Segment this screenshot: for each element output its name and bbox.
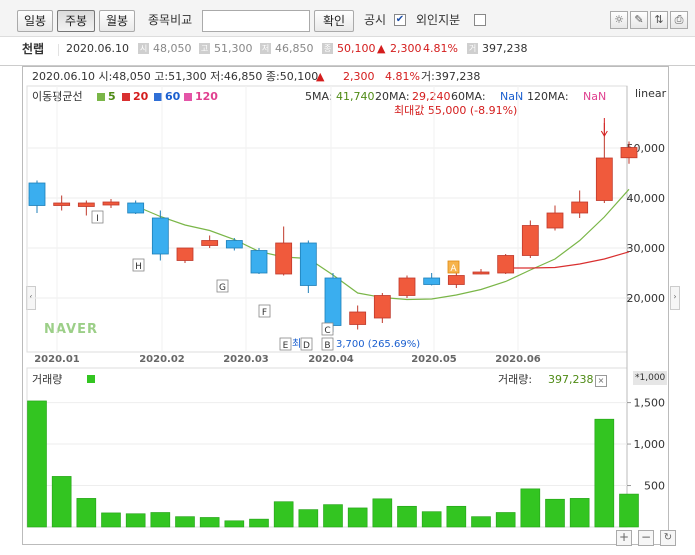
volume-bar <box>495 512 516 528</box>
candle-body <box>299 242 317 286</box>
candle-body <box>53 202 71 206</box>
pattern-marker-label: G <box>219 283 226 293</box>
volume-bar <box>76 498 97 528</box>
candle-body <box>595 157 613 201</box>
volume-bar <box>323 504 343 528</box>
candle-body <box>176 247 194 261</box>
volume-tick-label: 1,500 <box>634 397 666 410</box>
candle-body <box>423 277 441 285</box>
pattern-marker-label: E <box>283 341 289 351</box>
volume-bar <box>51 476 72 528</box>
price-tick-label: 30,000 <box>627 242 666 255</box>
candle-body <box>225 240 243 249</box>
x-tick-label: 2020.05 <box>411 354 457 365</box>
volume-bar <box>619 493 639 528</box>
pattern-marker-label: D <box>303 341 310 351</box>
volume-bar <box>471 516 491 528</box>
candle-body <box>102 201 120 206</box>
price-tick-label: 40,000 <box>627 192 666 205</box>
pattern-marker-label: I <box>96 214 99 224</box>
x-tick-label: 2020.01 <box>34 354 80 365</box>
price-volume-chart: 20,00030,00040,00050,0005001,0001,500202… <box>26 85 666 528</box>
pattern-marker-label: B <box>324 341 330 351</box>
candle-body <box>398 277 416 296</box>
volume-bar <box>347 507 368 528</box>
candle-body <box>77 202 95 207</box>
x-tick-label: 2020.02 <box>139 354 185 365</box>
volume-bar <box>446 505 467 528</box>
x-tick-label: 2020.03 <box>223 354 269 365</box>
volume-bar <box>199 517 220 528</box>
volume-bar <box>594 418 615 528</box>
candle-body <box>151 217 169 255</box>
candle-body <box>571 201 589 214</box>
pattern-marker-label: H <box>135 262 142 272</box>
volume-tick-label: 1,000 <box>634 438 666 451</box>
volume-bar <box>249 518 269 528</box>
candle-body <box>373 295 391 319</box>
volume-bar <box>27 400 47 528</box>
candle-body <box>447 275 465 285</box>
volume-bar <box>545 498 565 528</box>
candle-body <box>497 255 515 274</box>
pattern-marker-label: C <box>324 326 330 336</box>
volume-bar <box>101 512 121 528</box>
volume-bar <box>224 520 245 528</box>
x-tick-label: 2020.04 <box>308 354 354 365</box>
pattern-marker-label: A <box>450 264 457 274</box>
volume-tick-label: 500 <box>644 480 665 493</box>
candle-body <box>620 147 638 159</box>
volume-bar <box>372 498 393 528</box>
volume-bar <box>125 513 146 528</box>
candle-body <box>521 225 539 256</box>
candle-body <box>250 250 268 274</box>
volume-bar <box>421 511 442 528</box>
candle-body <box>28 182 46 206</box>
candle-body <box>275 242 293 275</box>
volume-bar <box>273 501 294 528</box>
candle-body <box>324 277 342 326</box>
price-tick-label: 20,000 <box>627 292 666 305</box>
candle-body <box>349 311 367 325</box>
volume-bar <box>150 512 171 528</box>
pattern-marker-label: F <box>262 308 267 318</box>
x-tick-label: 2020.06 <box>495 354 541 365</box>
volume-bar <box>298 509 319 528</box>
candle-body <box>201 240 219 246</box>
volume-bar <box>520 488 541 528</box>
candle-body <box>472 271 490 275</box>
candle-body <box>127 202 145 214</box>
volume-bar <box>569 498 590 528</box>
candle-body <box>546 212 564 229</box>
volume-bar <box>397 505 417 528</box>
volume-bar <box>175 516 195 528</box>
